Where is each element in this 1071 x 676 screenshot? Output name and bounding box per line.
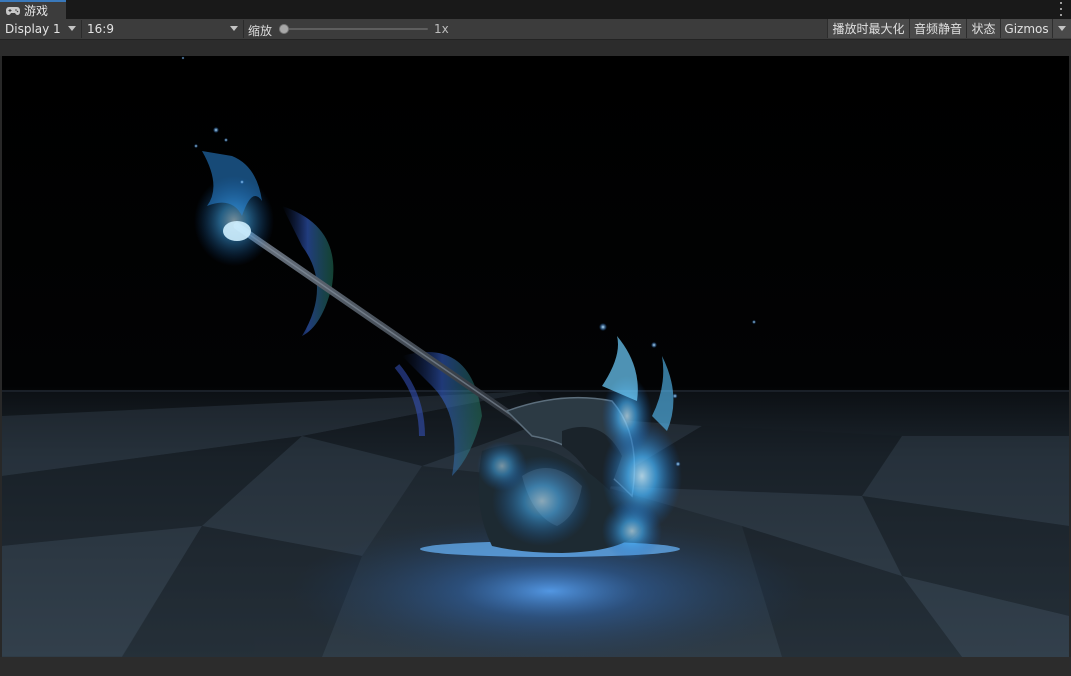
divider [243, 20, 244, 38]
tab-game[interactable]: 游戏 [0, 0, 66, 19]
maximize-on-play-label: 播放时最大化 [832, 22, 905, 36]
scene-render [2, 56, 1069, 657]
maximize-on-play-button[interactable]: 播放时最大化 [827, 19, 909, 38]
game-toolbar: Display 1 16:9 缩放 1x 播放时最大化 音频静音 状态 Gizm… [0, 19, 1071, 40]
aspect-ratio-dropdown[interactable]: 16:9 [82, 20, 242, 38]
stats-label: 状态 [971, 22, 996, 36]
gizmos-button[interactable]: Gizmos [1000, 19, 1052, 38]
mute-audio-label: 音频静音 [913, 22, 962, 36]
display-dropdown-value: Display 1 [5, 22, 61, 36]
chevron-down-icon [1058, 26, 1066, 31]
kebab-menu-icon[interactable] [1059, 2, 1063, 16]
tab-game-label: 游戏 [24, 4, 49, 18]
letterbox-top [0, 40, 1071, 56]
tab-bar: 游戏 [0, 0, 1071, 19]
mute-audio-button[interactable]: 音频静音 [909, 19, 966, 38]
gizmos-dropdown-button[interactable] [1052, 19, 1071, 38]
zoom-slider-track[interactable] [283, 28, 428, 30]
game-view-window: 游戏 Display 1 16:9 缩放 1x 播放时最大化 音频静音 状态 G… [0, 0, 1071, 676]
zoom-slider-thumb[interactable] [279, 24, 289, 34]
chevron-down-icon [68, 26, 76, 31]
stats-button[interactable]: 状态 [966, 19, 1000, 38]
display-dropdown[interactable]: Display 1 [0, 20, 80, 38]
gizmos-label: Gizmos [1004, 21, 1049, 36]
gamepad-icon [6, 6, 20, 15]
zoom-value: 1x [434, 22, 449, 36]
aspect-ratio-value: 16:9 [87, 22, 114, 36]
zoom-label: 缩放 [248, 24, 273, 38]
game-viewport[interactable] [2, 56, 1069, 657]
letterbox-bottom [0, 657, 1071, 676]
chevron-down-icon [230, 26, 238, 31]
